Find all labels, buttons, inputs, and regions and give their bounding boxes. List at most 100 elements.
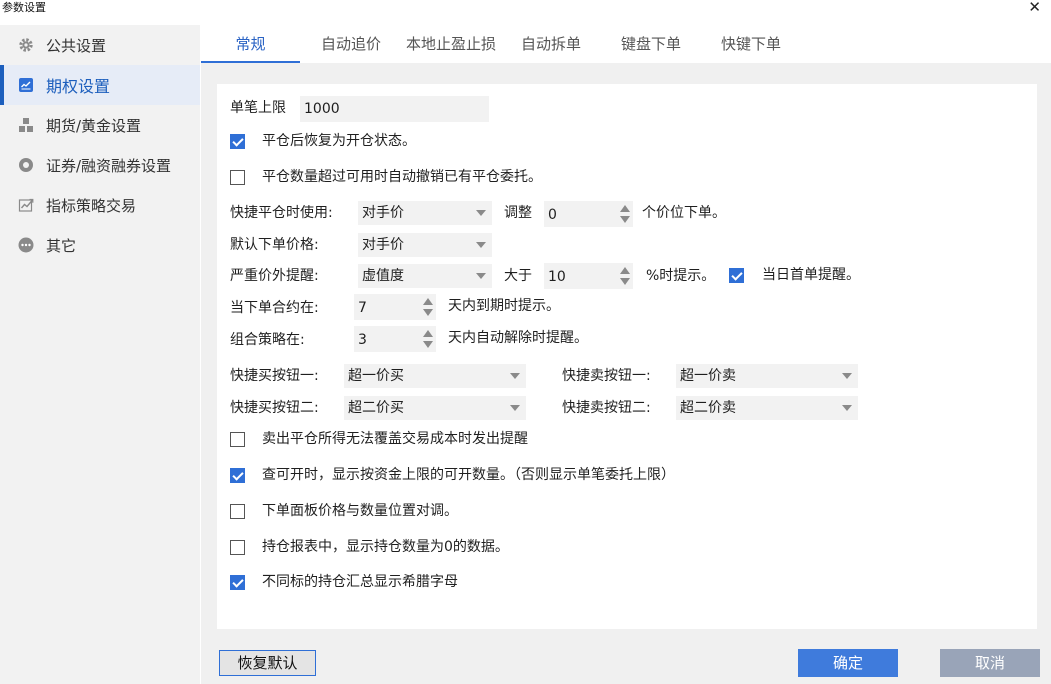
restore-open-state-label: 平仓后恢复为开仓状态。 — [262, 133, 416, 149]
chevron-down-icon — [476, 242, 486, 248]
expiry-suffix: 天内到期时提示。 — [448, 298, 560, 314]
securities-circle-icon — [18, 157, 34, 173]
greek-letters-label: 不同标的持仓汇总显示希腊字母 — [262, 574, 458, 590]
spin-up-icon[interactable] — [423, 330, 433, 337]
chevron-down-icon — [842, 373, 852, 379]
tab-general[interactable]: 常规 — [201, 25, 300, 63]
show-by-fund-label: 查可开时，显示按资金上限的可开数量。（否则显示单笔委托上限） — [262, 467, 675, 483]
quick-sell-2-label: 快捷卖按钮二: — [562, 400, 651, 416]
sidebar: 公共设置 期权设置 期货/黄金设置 证券/融资融券设置 指标策略交易 其它 — [0, 25, 200, 684]
ok-button[interactable]: 确定 — [798, 649, 898, 677]
tab-auto-split[interactable]: 自动拆单 — [511, 25, 591, 63]
severe-alert-value: 虚值度 — [362, 268, 404, 284]
spin-up-icon[interactable] — [620, 267, 630, 274]
sidebar-item-securities[interactable]: 证券/融资融券设置 — [0, 145, 200, 185]
adjust-label: 调整 — [504, 205, 532, 221]
threshold-value: 10 — [548, 269, 566, 285]
sidebar-item-indicator-strategy[interactable]: 指标策略交易 — [0, 185, 200, 225]
quick-buy-1-label: 快捷买按钮一: — [230, 368, 319, 384]
single-limit-value: 1000 — [304, 101, 340, 117]
sidebar-item-futures[interactable]: 期货/黄金设置 — [0, 105, 200, 145]
quick-buy-1-value: 超一价买 — [348, 368, 404, 384]
sidebar-item-label: 公共设置 — [46, 36, 107, 55]
spin-down-icon[interactable] — [423, 309, 433, 316]
default-price-value: 对手价 — [362, 237, 404, 253]
quick-buy-2-select[interactable]: 超二价买 — [344, 396, 526, 420]
quick-buy-2-value: 超二价买 — [348, 400, 404, 416]
quick-sell-1-select[interactable]: 超一价卖 — [676, 364, 858, 388]
sidebar-item-label: 期货/黄金设置 — [46, 116, 142, 135]
sell-close-alert-label: 卖出平仓所得无法覆盖交易成本时发出提醒 — [262, 431, 528, 447]
spin-up-icon[interactable] — [423, 298, 433, 305]
sidebar-item-public[interactable]: 公共设置 — [0, 25, 200, 65]
auto-cancel-close-label: 平仓数量超过可用时自动撤销已有平仓委托。 — [262, 169, 542, 185]
trend-chart-icon — [18, 197, 34, 213]
chevron-down-icon — [842, 405, 852, 411]
default-price-label: 默认下单价格: — [230, 237, 319, 253]
sidebar-item-label: 其它 — [46, 236, 77, 255]
restore-open-state-checkbox[interactable] — [230, 134, 245, 149]
sidebar-item-label: 指标策略交易 — [46, 196, 137, 215]
auto-cancel-close-checkbox[interactable] — [230, 170, 245, 185]
expiry-days-value: 7 — [358, 300, 367, 316]
restore-defaults-button[interactable]: 恢复默认 — [219, 650, 316, 676]
severe-alert-label: 严重价外提醒: — [230, 268, 319, 284]
expiry-days-spinbox[interactable]: 7 — [354, 294, 436, 320]
first-order-alert-label: 当日首单提醒。 — [762, 267, 860, 283]
sidebar-item-label: 证券/融资融券设置 — [46, 156, 172, 175]
cancel-button[interactable]: 取消 — [940, 649, 1040, 677]
title-bar: 参数设置 ✕ — [0, 0, 1051, 17]
threshold-spinbox[interactable]: 10 — [544, 263, 633, 289]
spin-down-icon[interactable] — [620, 278, 630, 285]
chevron-down-icon — [510, 405, 520, 411]
show-zero-position-checkbox[interactable] — [230, 540, 245, 555]
chevron-down-icon — [476, 273, 486, 279]
tab-keyboard-order[interactable]: 键盘下单 — [611, 25, 691, 63]
greater-than-label: 大于 — [504, 268, 532, 284]
spin-down-icon[interactable] — [620, 216, 630, 223]
quick-close-value: 对手价 — [362, 205, 404, 221]
option-chart-icon — [18, 77, 34, 93]
futures-blocks-icon — [18, 117, 34, 133]
more-dots-icon — [18, 237, 34, 253]
adjust-suffix: 个价位下单。 — [642, 205, 726, 221]
quick-sell-1-label: 快捷卖按钮一: — [562, 368, 651, 384]
chevron-down-icon — [510, 373, 520, 379]
tab-local-stop[interactable]: 本地止盈止损 — [401, 25, 501, 63]
quick-sell-2-value: 超二价卖 — [680, 400, 736, 416]
severe-alert-select[interactable]: 虚值度 — [358, 264, 492, 288]
close-icon[interactable]: ✕ — [1028, 0, 1041, 15]
adjust-value: 0 — [548, 207, 557, 223]
combo-strategy-label: 组合策略在: — [230, 332, 305, 348]
sidebar-item-options[interactable]: 期权设置 — [0, 65, 200, 105]
spin-down-icon[interactable] — [423, 341, 433, 348]
combo-days-spinbox[interactable]: 3 — [354, 326, 436, 352]
single-limit-input[interactable]: 1000 — [300, 96, 489, 122]
spin-up-icon[interactable] — [620, 205, 630, 212]
tab-hotkey-order[interactable]: 快键下单 — [711, 25, 791, 63]
sidebar-item-other[interactable]: 其它 — [0, 225, 200, 265]
sidebar-item-label: 期权设置 — [46, 77, 111, 96]
quick-sell-2-select[interactable]: 超二价卖 — [676, 396, 858, 420]
single-limit-label: 单笔上限 — [230, 100, 286, 116]
swap-price-qty-checkbox[interactable] — [230, 504, 245, 519]
show-by-fund-checkbox[interactable] — [230, 468, 245, 483]
gear-icon — [18, 37, 34, 53]
quick-sell-1-value: 超一价卖 — [680, 368, 736, 384]
adjust-spinbox[interactable]: 0 — [544, 201, 633, 227]
first-order-alert-checkbox[interactable] — [729, 268, 744, 283]
tab-bar: 常规 自动追价 本地止盈止损 自动拆单 键盘下单 快键下单 — [201, 25, 1051, 63]
quick-close-label: 快捷平仓时使用: — [230, 205, 333, 221]
combo-days-value: 3 — [358, 332, 367, 348]
quick-buy-1-select[interactable]: 超一价买 — [344, 364, 526, 388]
tab-auto-chase[interactable]: 自动追价 — [309, 25, 393, 63]
contract-expiry-label: 当下单合约在: — [230, 300, 319, 316]
swap-price-qty-label: 下单面板价格与数量位置对调。 — [262, 503, 458, 519]
quick-buy-2-label: 快捷买按钮二: — [230, 400, 319, 416]
default-price-select[interactable]: 对手价 — [358, 233, 492, 257]
greek-letters-checkbox[interactable] — [230, 575, 245, 590]
sell-close-alert-checkbox[interactable] — [230, 432, 245, 447]
quick-close-select[interactable]: 对手价 — [358, 201, 492, 225]
combo-suffix: 天内自动解除时提醒。 — [448, 330, 588, 346]
chevron-down-icon — [476, 210, 486, 216]
